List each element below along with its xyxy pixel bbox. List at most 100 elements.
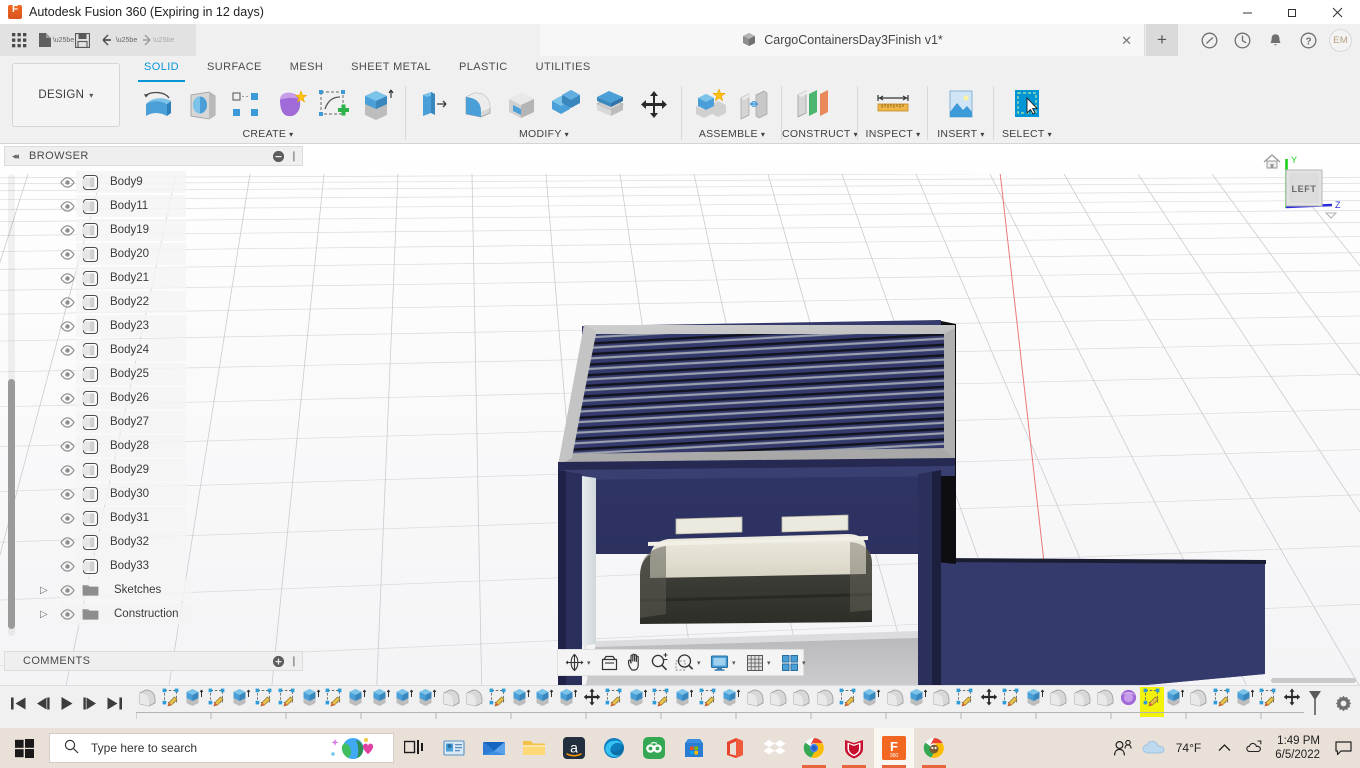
visibility-eye-icon[interactable] [56,537,78,548]
action-center-icon[interactable] [1326,741,1360,756]
notifications-bell-icon[interactable] [1259,24,1292,56]
revolve-icon[interactable] [136,82,180,128]
people-icon[interactable] [1108,739,1138,757]
browser-body-row[interactable]: Body23 [4,314,303,338]
visibility-eye-icon[interactable] [56,225,78,236]
measure-icon[interactable] [864,82,922,128]
visibility-eye-icon[interactable] [56,297,78,308]
expand-arrow-icon[interactable]: ▷ [40,609,56,620]
workspace-selector[interactable]: DESIGN ▾ [12,63,120,127]
step-back-button[interactable] [30,688,54,718]
comments-add-icon[interactable] [273,656,284,667]
browser-body-row[interactable]: Body9 [4,170,303,194]
browser-collapse-icon[interactable]: ◂◂ [12,151,17,162]
zoom-window-icon[interactable] [672,653,697,672]
visibility-eye-icon[interactable] [56,465,78,476]
browser-scrollbar-thumb[interactable] [8,379,15,629]
viewports-caret-icon[interactable]: ▾ [802,659,812,667]
browser-body-row[interactable]: Body29 [4,458,303,482]
3d-viewport[interactable]: ◂◂ BROWSER ❙ Body9Body11Body19Body20Body… [0,144,1360,685]
offset-plane-icon[interactable] [788,82,846,128]
task-view-icon[interactable] [394,728,434,768]
grid-snaps-icon[interactable] [742,654,767,672]
fillet-icon[interactable] [456,82,500,128]
nav-display-settings[interactable]: ▾ [707,649,742,676]
redo-caret-icon[interactable]: \u25be [158,27,169,53]
browser-body-row[interactable]: Body28 [4,434,303,458]
visibility-eye-icon[interactable] [56,345,78,356]
visibility-eye-icon[interactable] [56,417,78,428]
view-cube[interactable]: Y Z LEFT [1260,148,1346,248]
document-tab[interactable]: CargoContainersDay3Finish v1* ✕ [540,24,1145,56]
browser-body-row[interactable]: Body27 [4,410,303,434]
nav-look-at[interactable] [597,649,622,676]
weather-temperature[interactable]: 74°F [1176,741,1201,755]
chrome-profile-icon[interactable] [914,728,954,768]
shell-icon[interactable] [500,82,544,128]
browser-body-row[interactable]: Body30 [4,482,303,506]
office-icon[interactable] [714,728,754,768]
dropbox-icon[interactable] [754,728,794,768]
nav-zoom-window[interactable]: ▾ [672,649,707,676]
windows-start-icon[interactable] [0,728,48,768]
visibility-eye-icon[interactable] [56,273,78,284]
move-copy-icon[interactable] [632,82,676,128]
mcafee-icon[interactable] [834,728,874,768]
visibility-eye-icon[interactable] [56,513,78,524]
browser-body-row[interactable]: Body20 [4,242,303,266]
cloud-icon[interactable] [1138,739,1172,757]
browser-body-row[interactable]: Body11 [4,194,303,218]
browser-folder-row[interactable]: ▷Construction [4,602,303,626]
comments-grip-icon[interactable]: ❙ [290,656,298,667]
tab-plastic[interactable]: PLASTIC [445,56,522,80]
recent-icon[interactable] [1226,24,1259,56]
insert-image-icon[interactable] [934,82,988,128]
visibility-eye-icon[interactable] [56,177,78,188]
visibility-eye-icon[interactable] [56,561,78,572]
go-to-beginning-button[interactable] [6,688,30,718]
tab-utilities[interactable]: UTILITIES [522,56,605,80]
browser-body-row[interactable]: Body21 [4,266,303,290]
close-button[interactable] [1315,0,1360,24]
timeline-feature-list[interactable] [136,687,1304,719]
maximize-button[interactable] [1270,0,1315,24]
browser-body-row[interactable]: Body26 [4,386,303,410]
browser-body-row[interactable]: Body33 [4,554,303,578]
user-avatar[interactable]: EM [1329,29,1352,52]
visibility-eye-icon[interactable] [56,393,78,404]
display-settings-caret-icon[interactable]: ▾ [732,659,742,667]
browser-body-row[interactable]: Body22 [4,290,303,314]
combine-icon[interactable] [544,82,588,128]
orbit-caret-icon[interactable]: ▾ [587,659,597,667]
taskbar-clock[interactable]: 1:49 PM 6/5/2022 [1275,734,1320,762]
visibility-eye-icon[interactable] [56,369,78,380]
browser-body-row[interactable]: Body32 [4,530,303,554]
edge-icon[interactable] [594,728,634,768]
nav-zoom[interactable] [647,649,672,676]
browser-folder-row[interactable]: ▷Sketches [4,578,303,602]
fusion360-taskbar-icon[interactable]: F 360 [874,728,914,768]
press-pull-icon[interactable] [412,82,456,128]
document-tab-close-icon[interactable]: ✕ [1121,33,1132,49]
timeline-marker[interactable] [1304,690,1326,716]
extrude-icon[interactable] [356,82,400,128]
look-at-icon[interactable] [597,654,622,672]
nav-grid-snaps[interactable]: ▾ [742,649,777,676]
visibility-eye-icon[interactable] [56,441,78,452]
grid-snaps-caret-icon[interactable]: ▾ [767,659,777,667]
tab-surface[interactable]: SURFACE [193,56,276,80]
select-window-icon[interactable] [1000,82,1054,128]
onedrive-icon[interactable] [1239,740,1269,756]
save-icon[interactable] [69,27,95,53]
browser-body-row[interactable]: Body25 [4,362,303,386]
joint-icon[interactable] [732,82,776,128]
split-face-icon[interactable] [588,82,632,128]
expand-arrow-icon[interactable]: ▷ [40,585,56,596]
visibility-eye-icon[interactable] [56,609,78,620]
visibility-eye-icon[interactable] [56,585,78,596]
gear-icon[interactable] [1326,695,1360,712]
tab-solid[interactable]: SOLID [130,56,193,80]
browser-body-row[interactable]: Body19 [4,218,303,242]
step-forward-button[interactable] [78,688,102,718]
create-form-icon[interactable] [268,82,312,128]
